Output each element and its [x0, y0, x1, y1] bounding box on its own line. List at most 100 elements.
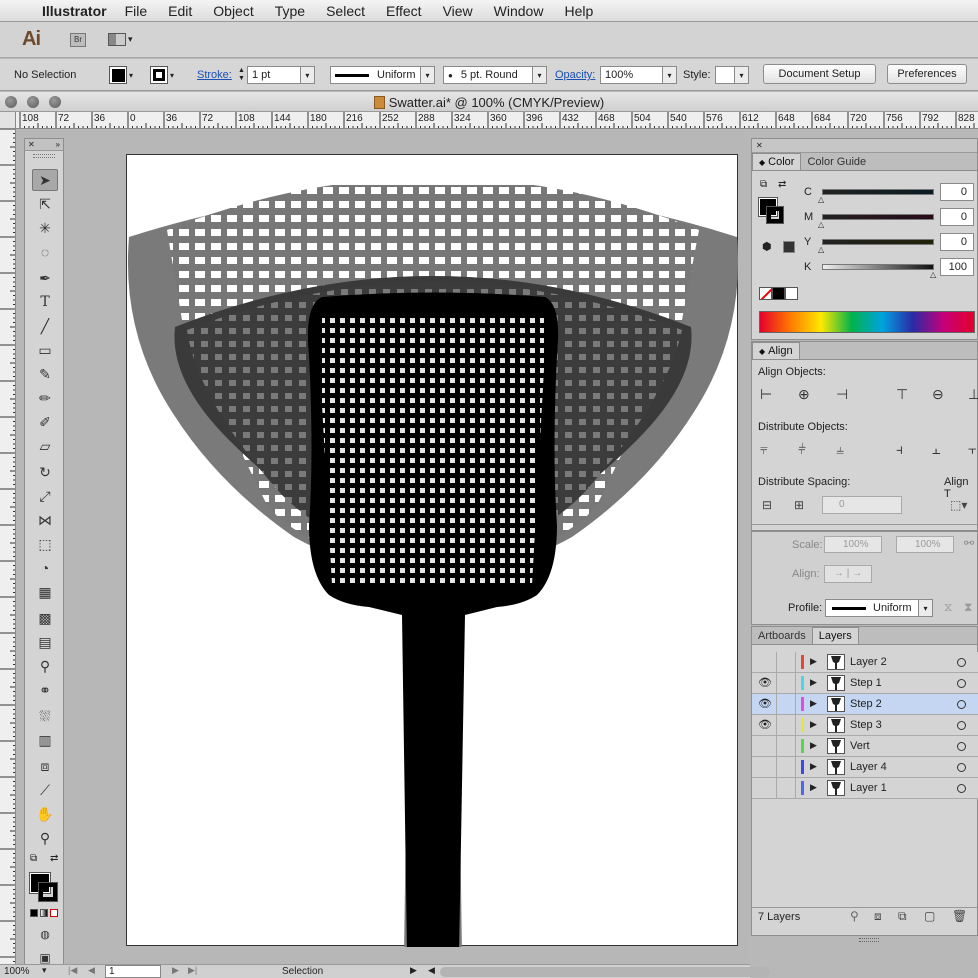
width-tool[interactable]: ⋈: [32, 509, 58, 531]
lasso-tool[interactable]: ◌: [32, 241, 58, 263]
stroke-swatch-dropdown[interactable]: ▾: [150, 66, 174, 84]
opacity-dropdown[interactable]: 100% ▾: [600, 66, 677, 84]
tab-color-guide[interactable]: Color Guide: [801, 153, 872, 170]
bridge-button[interactable]: Br: [70, 32, 86, 47]
horizontal-align-center-icon[interactable]: ⊕: [798, 386, 810, 403]
layer-row[interactable]: ▶ Layer 1: [752, 778, 978, 799]
tab-color[interactable]: ◆ Color: [752, 153, 802, 170]
lock-toggle[interactable]: [776, 715, 796, 735]
status-menu-icon[interactable]: ▶: [410, 965, 417, 976]
ruler-origin[interactable]: [0, 112, 16, 129]
next-artboard-icon[interactable]: ▶: [172, 965, 179, 976]
horizontal-scrollbar[interactable]: [440, 967, 770, 977]
expand-triangle-icon[interactable]: ▶: [810, 698, 817, 709]
artboard[interactable]: [126, 154, 739, 947]
lock-toggle[interactable]: [776, 652, 796, 672]
channel-value-input[interactable]: 100: [940, 258, 974, 276]
vertical-distribute-top-icon[interactable]: ⫧: [760, 441, 768, 458]
horizontal-distribute-center-icon[interactable]: ⫠: [932, 441, 940, 458]
eye-icon[interactable]: 👁: [756, 676, 774, 690]
vertical-distribute-center-icon[interactable]: ⫩: [798, 441, 806, 458]
stroke-weight-stepper[interactable]: ▲ ▼ 1 pt ▾: [238, 66, 315, 84]
layer-name[interactable]: Layer 2: [850, 656, 887, 668]
paintbrush-tool[interactable]: ✎: [32, 363, 58, 385]
lock-toggle[interactable]: [776, 736, 796, 756]
layer-row[interactable]: 👁 ▶ Step 1: [752, 673, 978, 694]
artboard-navigation-input[interactable]: 1: [105, 965, 161, 978]
slider-thumb-icon[interactable]: △: [930, 270, 936, 279]
white-swatch[interactable]: [785, 287, 798, 300]
horizontal-align-left-icon[interactable]: ⊢: [760, 386, 772, 403]
layer-row[interactable]: 👁 ▶ Step 3: [752, 715, 978, 736]
menu-window[interactable]: Window: [494, 3, 544, 19]
channel-value-input[interactable]: 0: [940, 233, 974, 251]
pen-tool[interactable]: ✒: [32, 267, 58, 289]
layer-name[interactable]: Step 3: [850, 719, 882, 731]
expand-triangle-icon[interactable]: ▶: [810, 761, 817, 772]
previous-artboard-icon[interactable]: ◀: [88, 965, 95, 976]
target-circle-icon[interactable]: [957, 679, 966, 688]
new-layer-icon[interactable]: ▢: [924, 909, 935, 923]
color-mode-icon[interactable]: [30, 909, 38, 917]
align-to-dropdown[interactable]: ⬚▾: [950, 498, 967, 512]
hand-tool[interactable]: ✋: [32, 803, 58, 825]
slice-tool[interactable]: ⟋: [32, 779, 58, 801]
menu-view[interactable]: View: [443, 3, 473, 19]
blend-tool[interactable]: ⚭: [32, 679, 58, 701]
graphic-style-dropdown[interactable]: ▾: [715, 66, 749, 84]
tab-align[interactable]: ◆ Align: [752, 342, 800, 359]
vertical-align-center-icon[interactable]: ⊖: [932, 386, 944, 403]
first-artboard-icon[interactable]: |◀: [68, 965, 77, 976]
vertical-distribute-space-icon[interactable]: ⊟: [762, 498, 772, 512]
stroke-color-swatch[interactable]: [38, 882, 58, 902]
variable-width-profile-dropdown[interactable]: Uniform ▾: [330, 66, 435, 84]
layer-name[interactable]: Layer 4: [850, 761, 887, 773]
target-circle-icon[interactable]: [957, 763, 966, 772]
slider-thumb-icon[interactable]: △: [818, 245, 824, 254]
visibility-toggle[interactable]: [756, 781, 774, 795]
current-tool-status[interactable]: Selection: [282, 966, 323, 977]
fill-swatch-dropdown[interactable]: ▾: [109, 66, 133, 84]
tab-layers[interactable]: Layers: [811, 627, 859, 644]
target-circle-icon[interactable]: [957, 700, 966, 709]
arrange-documents-button[interactable]: ▾: [108, 32, 138, 48]
gradient-tool[interactable]: ▤: [32, 631, 58, 653]
horizontal-align-right-icon[interactable]: ⊣: [836, 386, 848, 403]
target-circle-icon[interactable]: [957, 721, 966, 730]
app-menu[interactable]: Illustrator: [42, 3, 107, 19]
menu-type[interactable]: Type: [275, 3, 305, 19]
perspective-grid-tool[interactable]: ▦: [32, 581, 58, 603]
chevron-down-icon[interactable]: ▾: [299, 67, 314, 83]
eye-icon[interactable]: 👁: [756, 718, 774, 732]
spacing-input[interactable]: 0: [822, 496, 902, 514]
horizontal-distribute-left-icon[interactable]: ⫞: [896, 441, 903, 458]
swap-colors-icon[interactable]: ⇄: [778, 179, 786, 190]
gradient-mode-icon[interactable]: [40, 909, 48, 917]
free-transform-tool[interactable]: ⬚: [32, 533, 58, 555]
magic-wand-tool[interactable]: ✳: [32, 217, 58, 239]
none-swatch[interactable]: [759, 287, 772, 300]
tab-artboards[interactable]: Artboards: [752, 627, 812, 644]
rotate-tool[interactable]: ↻: [32, 461, 58, 483]
zoom-tool[interactable]: ⚲: [32, 827, 58, 849]
mesh-tool[interactable]: ▩: [32, 607, 58, 629]
menu-object[interactable]: Object: [213, 3, 253, 19]
trash-icon[interactable]: 🗑: [952, 909, 967, 923]
menu-file[interactable]: File: [125, 3, 148, 19]
layer-name[interactable]: Step 2: [850, 698, 882, 710]
menu-effect[interactable]: Effect: [386, 3, 422, 19]
vertical-distribute-bottom-icon[interactable]: ⫨: [836, 441, 844, 458]
line-tool[interactable]: ╱: [32, 315, 58, 337]
channel-slider[interactable]: [822, 264, 934, 270]
swap-colors-icon[interactable]: ⇄: [50, 853, 58, 864]
horizontal-distribute-right-icon[interactable]: ⫟: [968, 441, 976, 458]
default-colors-icon[interactable]: ⧉: [760, 179, 767, 190]
blob-brush-tool[interactable]: ✐: [32, 411, 58, 433]
channel-value-input[interactable]: 0: [940, 208, 974, 226]
opacity-label-link[interactable]: Opacity:: [555, 66, 595, 84]
document-setup-button[interactable]: Document Setup: [763, 64, 876, 84]
horizontal-distribute-space-icon[interactable]: ⊞: [794, 498, 804, 512]
expand-triangle-icon[interactable]: ▶: [810, 740, 817, 751]
gamut-swatch[interactable]: [783, 241, 795, 253]
expand-triangle-icon[interactable]: ▶: [810, 782, 817, 793]
